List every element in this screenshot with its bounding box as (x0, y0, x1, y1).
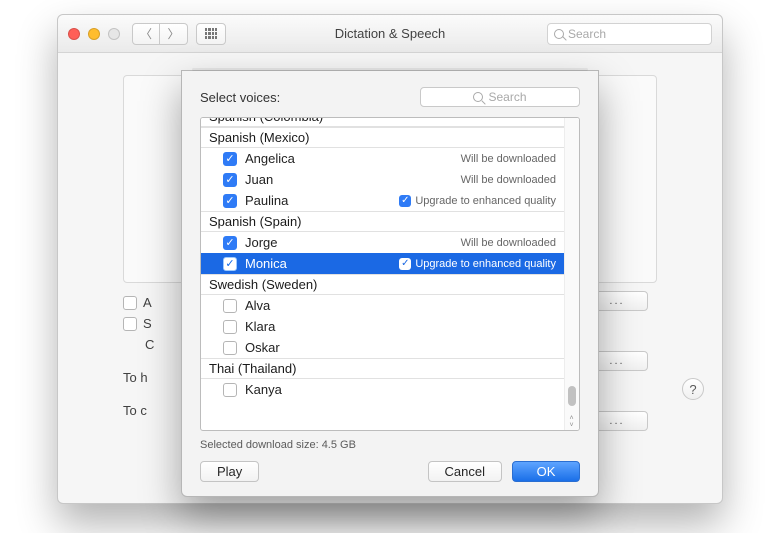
cancel-button[interactable]: Cancel (428, 461, 502, 482)
ok-button[interactable]: OK (512, 461, 580, 482)
voice-checkbox[interactable] (223, 194, 237, 208)
chevron-down-icon: ˅ (569, 422, 573, 429)
voice-name: Kanya (245, 382, 282, 397)
forward-button[interactable]: 〉 (160, 23, 188, 45)
voice-note: Will be downloaded (461, 237, 556, 249)
search-icon (554, 29, 564, 39)
voice-row[interactable]: Alva (201, 295, 564, 316)
voice-checkbox[interactable] (223, 257, 237, 271)
voice-note: Upgrade to enhanced quality (399, 258, 556, 270)
sheet-title: Select voices: (200, 90, 280, 105)
voice-group-header: Thai (Thailand) (201, 358, 564, 379)
zoom-window-button[interactable] (108, 28, 120, 40)
voice-group-header: Spanish (Mexico) (201, 127, 564, 148)
voice-name: Angelica (245, 151, 295, 166)
help-button[interactable]: ? (682, 378, 704, 400)
voice-row[interactable]: Juan Will be downloaded (201, 169, 564, 190)
show-all-button[interactable] (196, 23, 226, 45)
search-placeholder: Search (568, 27, 606, 41)
scrollbar-stepper[interactable]: ˄ ˅ (564, 414, 579, 430)
search-icon (473, 92, 483, 102)
voice-group-header: Spanish (Spain) (201, 211, 564, 232)
sheet-header: Select voices: Search (200, 87, 580, 107)
checkbox[interactable] (123, 296, 137, 310)
toolbar-search-field[interactable]: Search (547, 23, 712, 45)
back-button[interactable]: 〈 (132, 23, 160, 45)
grid-icon (205, 28, 217, 40)
voices-listbox: Spanish (Colombia)Spanish (Mexico)Angeli… (200, 117, 580, 431)
option-text: C (145, 337, 154, 352)
close-window-button[interactable] (68, 28, 80, 40)
voice-checkbox[interactable] (223, 152, 237, 166)
option-text: A (143, 295, 152, 310)
voice-name: Juan (245, 172, 273, 187)
search-placeholder: Search (488, 90, 526, 104)
voice-row[interactable]: Monica Upgrade to enhanced quality (201, 253, 564, 274)
sheet-footer: Play Cancel OK (200, 461, 580, 482)
scrollbar-track[interactable]: ˄ ˅ (564, 118, 579, 430)
voice-row[interactable]: Angelica Will be downloaded (201, 148, 564, 169)
checkbox[interactable] (123, 317, 137, 331)
voice-row[interactable]: Jorge Will be downloaded (201, 232, 564, 253)
voice-row[interactable]: Kanya (201, 379, 564, 400)
option-text: S (143, 316, 152, 331)
sheet-search-field[interactable]: Search (420, 87, 580, 107)
voice-note: Will be downloaded (461, 174, 556, 186)
voice-checkbox[interactable] (223, 173, 237, 187)
voice-name: Oskar (245, 340, 280, 355)
voice-group-header: Spanish (Colombia) (201, 118, 564, 127)
upgrade-checkbox[interactable] (399, 195, 411, 207)
voice-checkbox[interactable] (223, 341, 237, 355)
voice-row[interactable]: Oskar (201, 337, 564, 358)
voice-checkbox[interactable] (223, 236, 237, 250)
voice-group-header: Swedish (Sweden) (201, 274, 564, 295)
toolbar-nav: 〈 〉 (132, 23, 188, 45)
voice-checkbox[interactable] (223, 383, 237, 397)
voice-row[interactable]: Klara (201, 316, 564, 337)
voice-note: Upgrade to enhanced quality (399, 195, 556, 207)
download-size-label: Selected download size: 4.5 GB (200, 439, 580, 451)
upgrade-checkbox[interactable] (399, 258, 411, 270)
voice-name: Klara (245, 319, 275, 334)
chevron-up-icon: ˄ (569, 415, 573, 422)
window-titlebar: 〈 〉 Dictation & Speech Search (58, 15, 722, 53)
minimize-window-button[interactable] (88, 28, 100, 40)
scrollbar-thumb[interactable] (568, 386, 576, 406)
voice-row[interactable]: Paulina Upgrade to enhanced quality (201, 190, 564, 211)
voice-name: Jorge (245, 235, 278, 250)
play-button[interactable]: Play (200, 461, 259, 482)
window-title: Dictation & Speech (335, 26, 446, 41)
voices-list-content[interactable]: Spanish (Colombia)Spanish (Mexico)Angeli… (201, 118, 579, 430)
voice-name: Paulina (245, 193, 288, 208)
voice-name: Alva (245, 298, 270, 313)
voice-selection-sheet: Select voices: Search Spanish (Colombia)… (181, 70, 599, 497)
voice-checkbox[interactable] (223, 299, 237, 313)
voice-name: Monica (245, 256, 287, 271)
voice-note: Will be downloaded (461, 153, 556, 165)
voice-checkbox[interactable] (223, 320, 237, 334)
window-controls (68, 28, 120, 40)
